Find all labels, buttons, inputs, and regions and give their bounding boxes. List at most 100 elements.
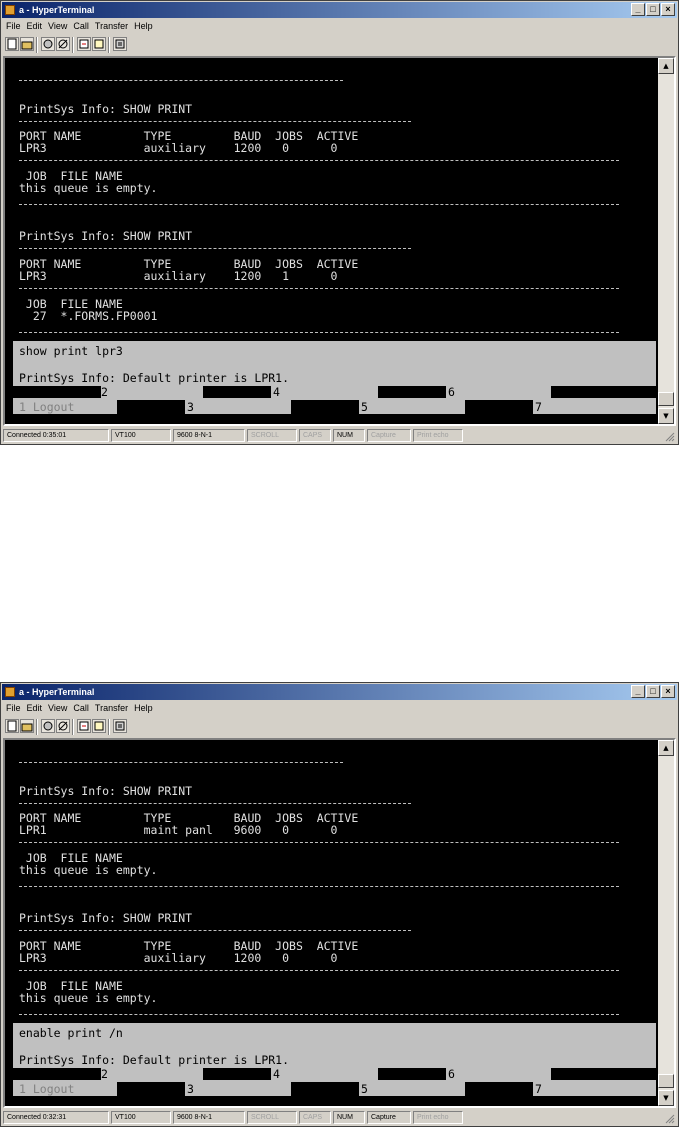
- menu-help[interactable]: Help: [131, 19, 156, 33]
- block2-title: PrintSys Info: SHOW PRINT: [19, 911, 193, 925]
- status-caps: CAPS: [299, 1111, 331, 1124]
- scroll-thumb[interactable]: [658, 392, 674, 406]
- function-key-bar: 1 Logout 3 5 7: [13, 400, 656, 414]
- job-row: this queue is empty.: [19, 181, 158, 195]
- fkey-2[interactable]: 2: [101, 386, 108, 398]
- scroll-thumb[interactable]: [658, 1074, 674, 1088]
- menu-bar: File Edit View Call Transfer Help: [3, 19, 156, 33]
- close-button[interactable]: ×: [661, 685, 675, 698]
- toolbar: [3, 717, 676, 737]
- disconnect-icon[interactable]: [56, 37, 70, 51]
- command-line: show print lpr3: [19, 344, 123, 358]
- window-title: a - HyperTerminal: [19, 687, 95, 697]
- fkey-1-logout[interactable]: 1 Logout: [19, 400, 74, 414]
- properties-icon[interactable]: [113, 719, 127, 733]
- status-bar: Connected 0:32:31 VT100 9600 8-N-1 SCROL…: [3, 1111, 676, 1125]
- scroll-up-button[interactable]: ▲: [658, 740, 674, 756]
- new-icon[interactable]: [5, 37, 19, 51]
- maximize-button[interactable]: □: [646, 685, 660, 698]
- block2-title: PrintSys Info: SHOW PRINT: [19, 229, 193, 243]
- fkey-5[interactable]: 5: [361, 1082, 368, 1096]
- fkey-4[interactable]: 4: [273, 1068, 280, 1080]
- status-bar: Connected 0:35:01 VT100 9600 8-N-1 SCROL…: [3, 429, 676, 443]
- terminal-client-area: PrintSys Info: SHOW PRINT PORT NAME TYPE…: [3, 738, 676, 1108]
- menu-transfer[interactable]: Transfer: [92, 701, 131, 715]
- fkey-3[interactable]: 3: [187, 400, 194, 414]
- receive-icon[interactable]: [92, 719, 106, 733]
- job-row: this queue is empty.: [19, 863, 158, 877]
- new-icon[interactable]: [5, 719, 19, 733]
- hyperterminal-app-icon: [5, 687, 15, 697]
- menu-view[interactable]: View: [45, 19, 70, 33]
- status-capture: Capture: [367, 1111, 411, 1124]
- job-row: this queue is empty.: [19, 991, 158, 1005]
- job-row: 27 *.FORMS.FP0001: [19, 309, 158, 323]
- block1-title: PrintSys Info: SHOW PRINT: [19, 102, 193, 116]
- status-num: NUM: [333, 429, 365, 442]
- fkey-6[interactable]: 6: [448, 1068, 455, 1080]
- receive-icon[interactable]: [92, 37, 106, 51]
- menu-bar: File Edit View Call Transfer Help: [3, 701, 156, 715]
- port-row: LPR1 maint panl 9600 0 0: [19, 823, 338, 837]
- scroll-down-button[interactable]: ▼: [658, 1090, 674, 1106]
- terminal-screen[interactable]: PrintSys Info: SHOW PRINT PORT NAME TYPE…: [13, 58, 656, 424]
- scroll-down-button[interactable]: ▼: [658, 408, 674, 424]
- command-line: enable print /n: [19, 1026, 123, 1040]
- open-icon[interactable]: [20, 719, 34, 733]
- title-bar[interactable]: a - HyperTerminal _ □ ×: [2, 2, 677, 18]
- resize-grip-icon[interactable]: [663, 430, 675, 442]
- minimize-button[interactable]: _: [631, 685, 645, 698]
- terminal-client-area: PrintSys Info: SHOW PRINT PORT NAME TYPE…: [3, 56, 676, 426]
- status-print-echo: Print echo: [413, 1111, 463, 1124]
- port-row: LPR3 auxiliary 1200 0 0: [19, 141, 338, 155]
- vertical-scrollbar[interactable]: ▲ ▼: [658, 58, 674, 424]
- status-settings: 9600 8-N-1: [173, 429, 245, 442]
- disconnect-icon[interactable]: [56, 719, 70, 733]
- fkey-6[interactable]: 6: [448, 386, 455, 398]
- menu-transfer[interactable]: Transfer: [92, 19, 131, 33]
- close-button[interactable]: ×: [661, 3, 675, 16]
- toolbar: [3, 35, 676, 55]
- fkey-4[interactable]: 4: [273, 386, 280, 398]
- fkey-7[interactable]: 7: [535, 1082, 542, 1096]
- open-icon[interactable]: [20, 37, 34, 51]
- port-row: LPR3 auxiliary 1200 0 0: [19, 951, 338, 965]
- menu-edit[interactable]: Edit: [24, 19, 46, 33]
- minimize-button[interactable]: _: [631, 3, 645, 16]
- menu-file[interactable]: File: [3, 701, 24, 715]
- vertical-scrollbar[interactable]: ▲ ▼: [658, 740, 674, 1106]
- connect-icon[interactable]: [41, 37, 55, 51]
- connect-icon[interactable]: [41, 719, 55, 733]
- port-row: LPR3 auxiliary 1200 1 0: [19, 269, 338, 283]
- send-icon[interactable]: [77, 719, 91, 733]
- fkey-1-logout[interactable]: 1 Logout: [19, 1082, 74, 1096]
- status-scroll: SCROLL: [247, 429, 297, 442]
- fkey-7[interactable]: 7: [535, 400, 542, 414]
- menu-edit[interactable]: Edit: [24, 701, 46, 715]
- status-connected: Connected 0:35:01: [3, 429, 109, 442]
- fkey-2[interactable]: 2: [101, 1068, 108, 1080]
- fkey-3[interactable]: 3: [187, 1082, 194, 1096]
- hyperterminal-app-icon: [5, 5, 15, 15]
- fkey-5[interactable]: 5: [361, 400, 368, 414]
- hyperterminal-window-1: a - HyperTerminal _ □ × File Edit View C…: [0, 0, 679, 445]
- send-icon[interactable]: [77, 37, 91, 51]
- scroll-up-button[interactable]: ▲: [658, 58, 674, 74]
- status-scroll: SCROLL: [247, 1111, 297, 1124]
- command-area[interactable]: show print lpr3 PrintSys Info: Default p…: [13, 341, 656, 400]
- status-connected: Connected 0:32:31: [3, 1111, 109, 1124]
- menu-call[interactable]: Call: [70, 19, 92, 33]
- command-area[interactable]: enable print /n PrintSys Info: Default p…: [13, 1023, 656, 1082]
- title-bar[interactable]: a - HyperTerminal _ □ ×: [2, 684, 677, 700]
- menu-view[interactable]: View: [45, 701, 70, 715]
- menu-call[interactable]: Call: [70, 701, 92, 715]
- menu-help[interactable]: Help: [131, 701, 156, 715]
- response-line: PrintSys Info: Default printer is LPR1.: [19, 1053, 290, 1067]
- properties-icon[interactable]: [113, 37, 127, 51]
- status-settings: 9600 8-N-1: [173, 1111, 245, 1124]
- status-emulation: VT100: [111, 429, 171, 442]
- maximize-button[interactable]: □: [646, 3, 660, 16]
- resize-grip-icon[interactable]: [663, 1112, 675, 1124]
- menu-file[interactable]: File: [3, 19, 24, 33]
- terminal-screen[interactable]: PrintSys Info: SHOW PRINT PORT NAME TYPE…: [13, 740, 656, 1106]
